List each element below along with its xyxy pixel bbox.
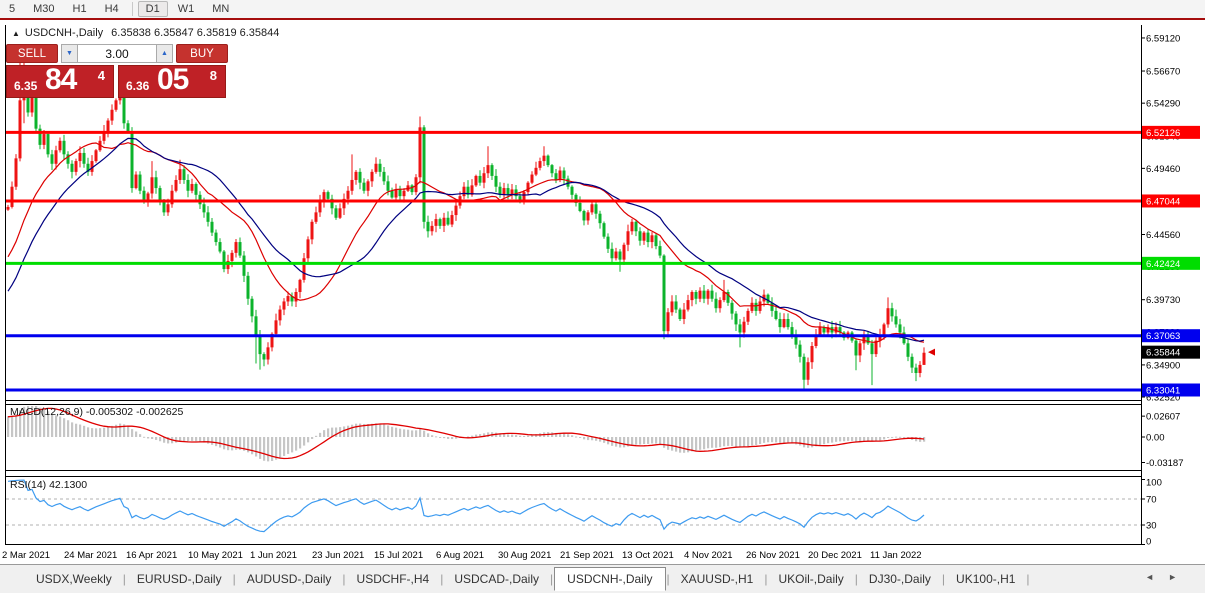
svg-text:6.52126: 6.52126: [1146, 128, 1180, 139]
chart-tab-usdx-weekly[interactable]: USDX,Weekly: [26, 568, 122, 590]
volume-increase-button[interactable]: ▲: [156, 44, 173, 63]
chart-tab-usdcnh-daily[interactable]: USDCNH-,Daily: [554, 567, 665, 591]
svg-text:23 Jun 2021: 23 Jun 2021: [312, 550, 364, 561]
chart-tab-ukoil-daily[interactable]: UKOil-,Daily: [768, 568, 853, 590]
svg-text:2 Mar 2021: 2 Mar 2021: [2, 550, 50, 561]
chart-tab-xauusd-h1[interactable]: XAUUSD-,H1: [671, 568, 764, 590]
svg-text:30 Aug 2021: 30 Aug 2021: [498, 550, 551, 561]
svg-text:70: 70: [1146, 495, 1157, 506]
tab-separator: |: [942, 572, 945, 586]
svg-text:11 Jan 2022: 11 Jan 2022: [870, 550, 922, 561]
svg-text:6.34900: 6.34900: [1146, 360, 1180, 371]
svg-text:6.35844: 6.35844: [1146, 348, 1180, 359]
tab-separator: |: [1026, 572, 1029, 586]
chart-ohlc-values: 6.35838 6.35847 6.35819 6.35844: [111, 27, 279, 39]
chart-tab-bar: USDX,Weekly|EURUSD-,Daily|AUDUSD-,Daily|…: [0, 564, 1205, 593]
tab-separator: |: [233, 572, 236, 586]
svg-text:15 Jul 2021: 15 Jul 2021: [374, 550, 423, 561]
tab-separator: |: [123, 572, 126, 586]
svg-text:1 Jun 2021: 1 Jun 2021: [250, 550, 297, 561]
chart-tab-usdcad-daily[interactable]: USDCAD-,Daily: [444, 568, 549, 590]
svg-text:24 Mar 2021: 24 Mar 2021: [64, 550, 117, 561]
tab-separator: |: [764, 572, 767, 586]
svg-text:-0.03187: -0.03187: [1146, 458, 1184, 469]
bid-price-sup: 4: [98, 68, 105, 83]
trading-platform-window: 5M30H1H4D1W1MN 6.591206.566706.542906.51…: [0, 0, 1205, 593]
tab-scroll-left-icon: ◄: [1145, 572, 1168, 582]
macd-indicator-label: MACD(12,26,9) -0.005302 -0.002625: [10, 406, 183, 418]
svg-text:6.37063: 6.37063: [1146, 331, 1180, 342]
tab-separator: |: [855, 572, 858, 586]
svg-text:6.39730: 6.39730: [1146, 295, 1180, 306]
svg-text:6 Aug 2021: 6 Aug 2021: [436, 550, 484, 561]
svg-text:6.59120: 6.59120: [1146, 33, 1180, 44]
svg-text:6.54290: 6.54290: [1146, 99, 1180, 110]
rsi-indicator-label: RSI(14) 42.1300: [10, 479, 87, 491]
sell-button[interactable]: SELL: [6, 44, 58, 63]
svg-text:0: 0: [1146, 537, 1151, 548]
svg-text:13 Oct 2021: 13 Oct 2021: [622, 550, 674, 561]
tab-separator: |: [440, 572, 443, 586]
volume-input[interactable]: [78, 44, 156, 63]
chart-tab-audusd-daily[interactable]: AUDUSD-,Daily: [237, 568, 342, 590]
ask-price-sup: 8: [210, 68, 217, 83]
volume-spinner: ▼ ▲: [61, 44, 173, 63]
svg-text:6.42424: 6.42424: [1146, 259, 1180, 270]
chart-tab-usdchf-h4[interactable]: USDCHF-,H4: [347, 568, 440, 590]
svg-text:0.00: 0.00: [1146, 433, 1165, 444]
svg-text:100: 100: [1146, 478, 1162, 489]
bid-price-big: 84: [45, 63, 76, 97]
chart-symbol-title: USDCNH-,Daily: [25, 27, 103, 39]
svg-text:6.44560: 6.44560: [1146, 230, 1180, 241]
one-click-trade-widget: SELL ▼ ▲ BUY 6.35 84 4 6.36 05 8: [6, 44, 228, 98]
tab-separator: |: [667, 572, 670, 586]
ask-price-small: 6.36: [126, 79, 149, 93]
ask-price-panel[interactable]: 6.36 05 8: [118, 65, 226, 98]
svg-text:21 Sep 2021: 21 Sep 2021: [560, 550, 614, 561]
tab-scroll-arrows[interactable]: ◄►: [1145, 572, 1191, 582]
svg-text:10 May 2021: 10 May 2021: [188, 550, 243, 561]
svg-text:6.47044: 6.47044: [1146, 196, 1180, 207]
buy-button[interactable]: BUY: [176, 44, 228, 63]
chart-tab-dj30-daily[interactable]: DJ30-,Daily: [859, 568, 941, 590]
bid-price-panel[interactable]: 6.35 84 4: [6, 65, 114, 98]
svg-text:0.02607: 0.02607: [1146, 412, 1180, 423]
svg-text:16 Apr 2021: 16 Apr 2021: [126, 550, 177, 561]
ask-price-big: 05: [157, 63, 188, 97]
tab-separator: |: [550, 572, 553, 586]
bid-price-small: 6.35: [14, 79, 37, 93]
one-click-collapse-icon[interactable]: ▲: [12, 29, 20, 38]
tab-separator: |: [342, 572, 345, 586]
svg-text:20 Dec 2021: 20 Dec 2021: [808, 550, 862, 561]
svg-text:6.33041: 6.33041: [1146, 385, 1180, 396]
svg-text:6.49460: 6.49460: [1146, 164, 1180, 175]
svg-text:6.56670: 6.56670: [1146, 67, 1180, 78]
svg-text:4 Nov 2021: 4 Nov 2021: [684, 550, 733, 561]
chart-header: ▲ USDCNH-,Daily 6.35838 6.35847 6.35819 6.…: [12, 27, 279, 39]
volume-decrease-button[interactable]: ▼: [61, 44, 78, 63]
chart-tab-uk100-h1[interactable]: UK100-,H1: [946, 568, 1025, 590]
svg-text:30: 30: [1146, 521, 1157, 532]
svg-text:26 Nov 2021: 26 Nov 2021: [746, 550, 800, 561]
tab-scroll-right-icon: ►: [1168, 572, 1191, 582]
chart-tab-eurusd-daily[interactable]: EURUSD-,Daily: [127, 568, 232, 590]
